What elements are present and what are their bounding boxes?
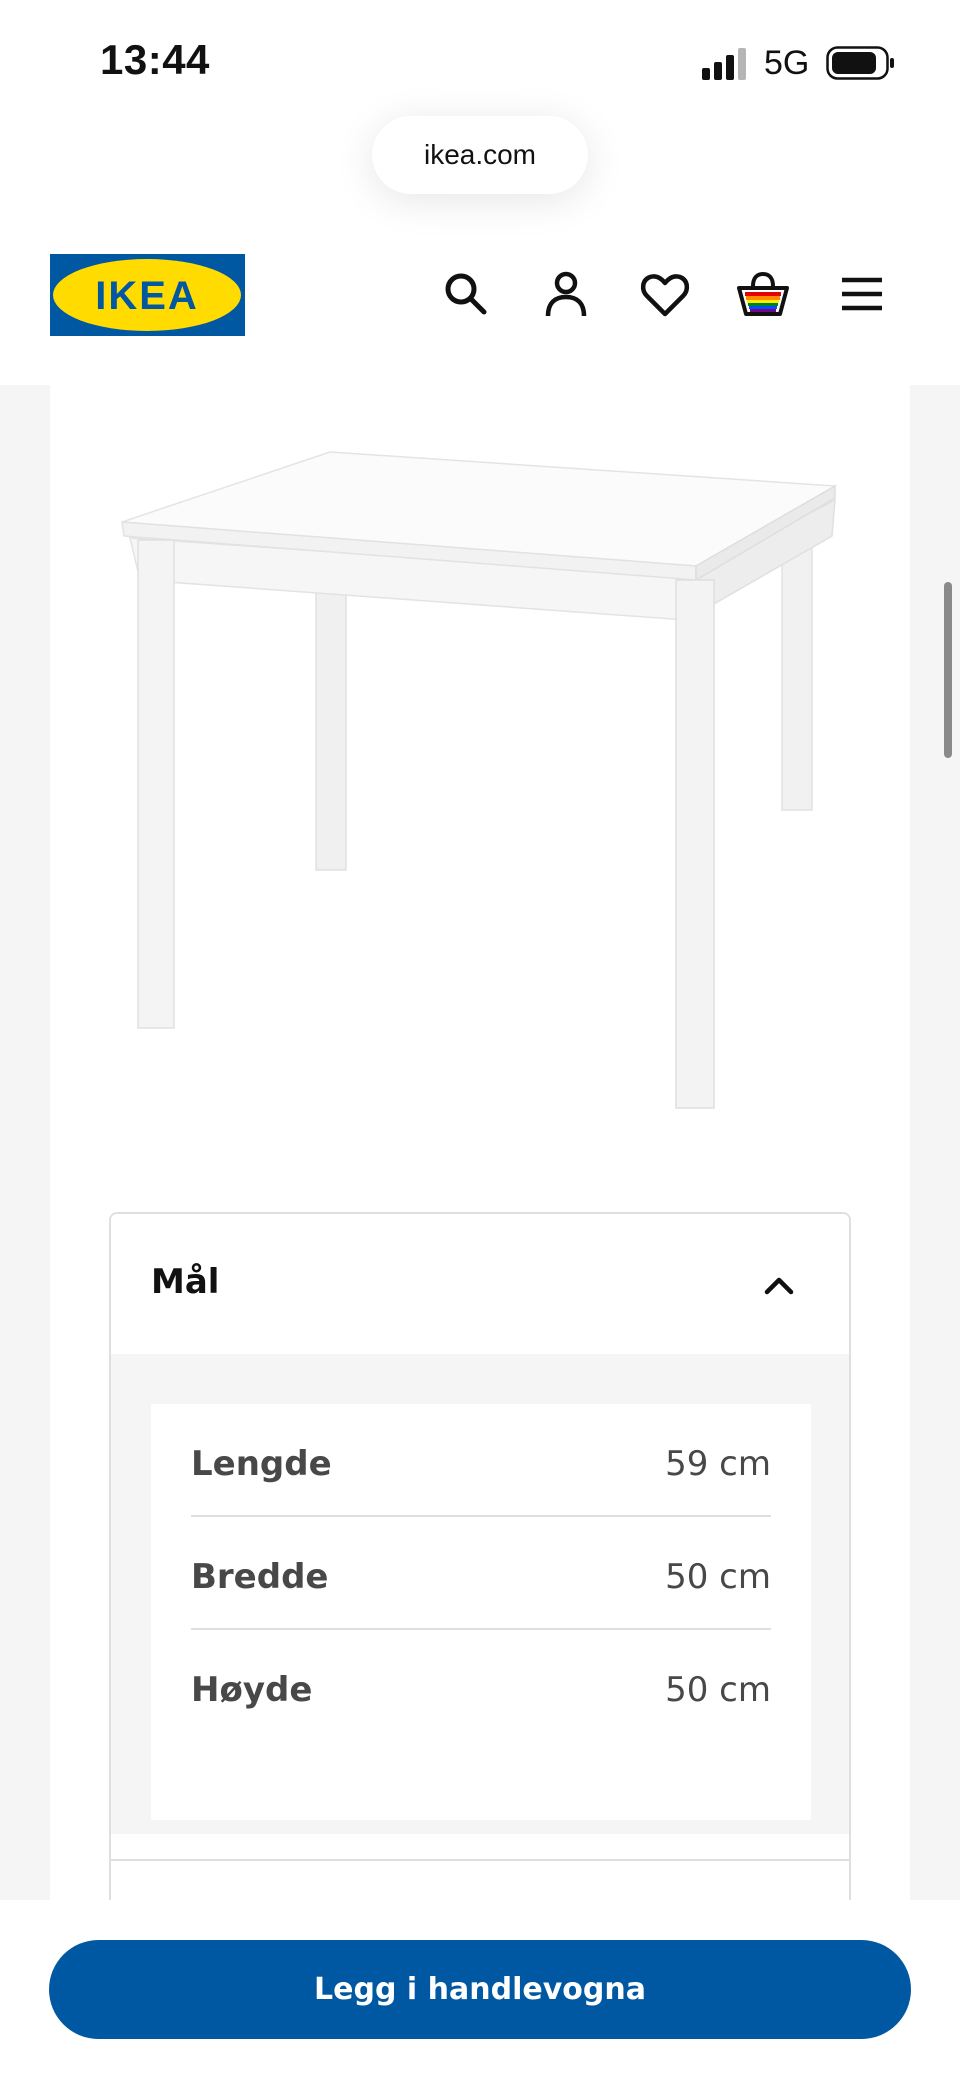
sticky-bottom-bar: Legg i handlevogna [0, 1900, 960, 2078]
dimensions-accordion-header[interactable]: Mål [111, 1214, 849, 1354]
dimension-label: Høyde [191, 1670, 313, 1710]
add-to-cart-button[interactable]: Legg i handlevogna [49, 1940, 911, 2039]
accordion-title: Mål [151, 1262, 220, 1302]
ikea-logo[interactable]: IKEA [50, 254, 245, 336]
status-time: 13:44 [100, 36, 210, 83]
dimension-row: Lengde 59 cm [191, 1404, 771, 1517]
battery-icon [826, 46, 894, 80]
chevron-up-icon[interactable] [759, 1266, 799, 1306]
cellular-signal-icon [702, 48, 746, 80]
favorites-icon[interactable] [637, 266, 693, 322]
dimension-row: Høyde 50 cm [191, 1630, 771, 1743]
dimensions-accordion: Mål Lengde 59 cm Bredde 50 cm Høyde 50 c… [109, 1212, 851, 1912]
basket-icon[interactable] [735, 266, 791, 322]
ikea-logo-mark: IKEA [50, 254, 245, 336]
dimensions-table: Lengde 59 cm Bredde 50 cm Høyde 50 cm [151, 1404, 811, 1820]
url-bar[interactable]: ikea.com [372, 116, 588, 194]
account-icon[interactable] [538, 266, 594, 322]
dimensions-accordion-body: Lengde 59 cm Bredde 50 cm Høyde 50 cm [111, 1354, 849, 1834]
dimension-label: Bredde [191, 1557, 329, 1597]
product-image [121, 451, 838, 1109]
dimension-value: 50 cm [665, 1557, 771, 1597]
dimension-row: Bredde 50 cm [191, 1517, 771, 1630]
network-type: 5G [764, 44, 810, 82]
dimension-value: 50 cm [665, 1670, 771, 1710]
ikea-logo-text: IKEA [95, 274, 199, 318]
dimension-label: Lengde [191, 1444, 332, 1484]
dimension-value: 59 cm [665, 1444, 771, 1484]
menu-icon[interactable] [834, 266, 890, 322]
status-bar: 13:44 5G [0, 0, 960, 110]
search-icon[interactable] [438, 266, 494, 322]
scrollbar-thumb[interactable] [944, 582, 952, 758]
